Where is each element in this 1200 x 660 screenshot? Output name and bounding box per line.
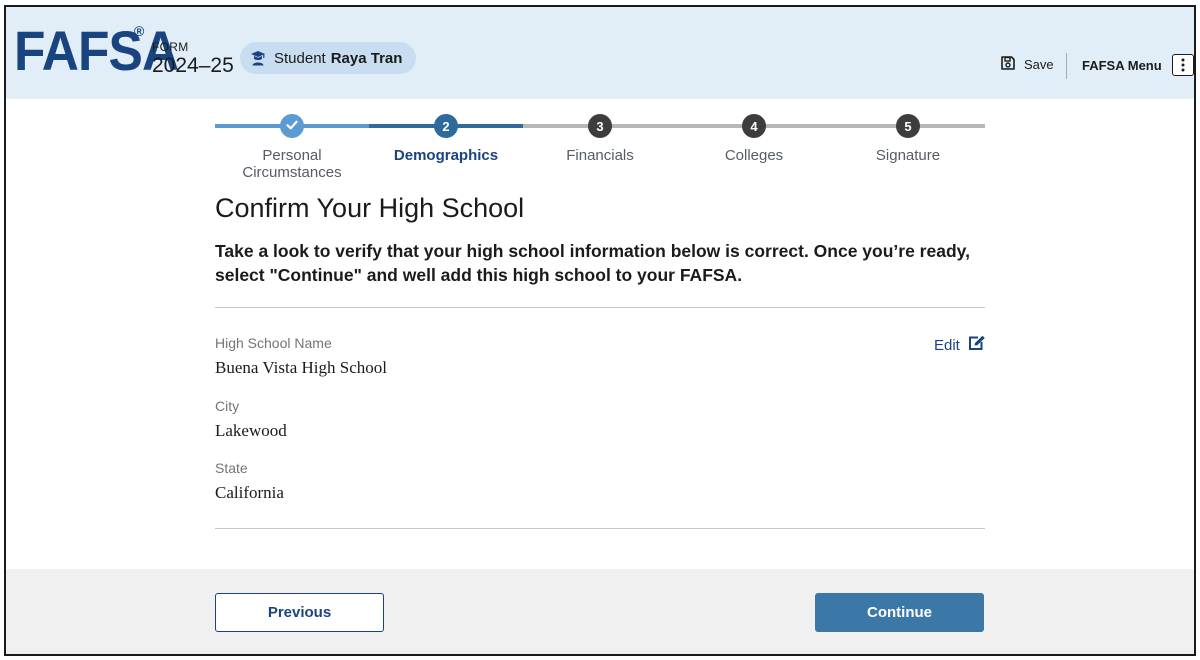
student-icon xyxy=(250,50,266,66)
step-4-dot: 4 xyxy=(742,114,766,138)
previous-button[interactable]: Previous xyxy=(215,593,384,632)
step-1-label: Personal Circumstances xyxy=(242,147,342,181)
city-label: City xyxy=(215,398,240,414)
edit-label: Edit xyxy=(934,336,960,354)
footer-bar: Previous Continue xyxy=(6,569,1194,654)
step-5-label: Signature xyxy=(875,147,941,164)
save-label: Save xyxy=(1024,57,1054,72)
state-value: California xyxy=(215,483,284,502)
step-1-complete xyxy=(280,114,304,138)
continue-button[interactable]: Continue xyxy=(815,593,984,632)
page-title: Confirm Your High School xyxy=(215,193,525,223)
menu-label: FAFSA Menu xyxy=(1082,57,1162,73)
high-school-name-value: Buena Vista High School xyxy=(215,358,387,377)
student-label: Student xyxy=(274,49,326,67)
step-4-label: Colleges xyxy=(724,147,784,164)
checkmark-icon xyxy=(285,118,299,135)
fafsa-menu-button[interactable]: FAFSA Menu xyxy=(1082,54,1194,76)
save-button[interactable]: Save xyxy=(1000,55,1054,74)
fafsa-window: FAFSA ® FORM 2024–25 Student Raya Tran S… xyxy=(4,5,1196,656)
intro-text: Take a look to verify that your high sch… xyxy=(215,241,970,285)
form-year: 2024–25 xyxy=(152,54,234,77)
registered-mark: ® xyxy=(134,23,145,39)
high-school-name-label: High School Name xyxy=(215,335,332,351)
step-3-label: Financials xyxy=(566,147,634,164)
edit-pencil-icon xyxy=(968,335,986,355)
step-2-dot: 2 xyxy=(434,114,458,138)
step-3-dot: 3 xyxy=(588,114,612,138)
state-label: State xyxy=(215,460,248,476)
step-5-dot: 5 xyxy=(896,114,920,138)
student-badge: Student Raya Tran xyxy=(240,42,417,74)
step-2-label: Demographics xyxy=(393,147,499,164)
progress-stepper: 2 3 4 5 Personal Circumstances Demograph… xyxy=(215,113,985,181)
form-label: FORM xyxy=(152,40,189,54)
student-name: Raya Tran xyxy=(330,49,403,67)
kebab-menu-icon xyxy=(1171,54,1194,76)
header-divider xyxy=(1066,53,1067,79)
bottom-divider xyxy=(215,528,985,529)
floppy-disk-icon xyxy=(1000,55,1016,74)
app-header: FAFSA ® FORM 2024–25 Student Raya Tran S… xyxy=(6,7,1194,99)
top-divider xyxy=(215,307,985,308)
edit-button[interactable]: Edit xyxy=(934,335,986,355)
city-value: Lakewood xyxy=(215,421,287,440)
